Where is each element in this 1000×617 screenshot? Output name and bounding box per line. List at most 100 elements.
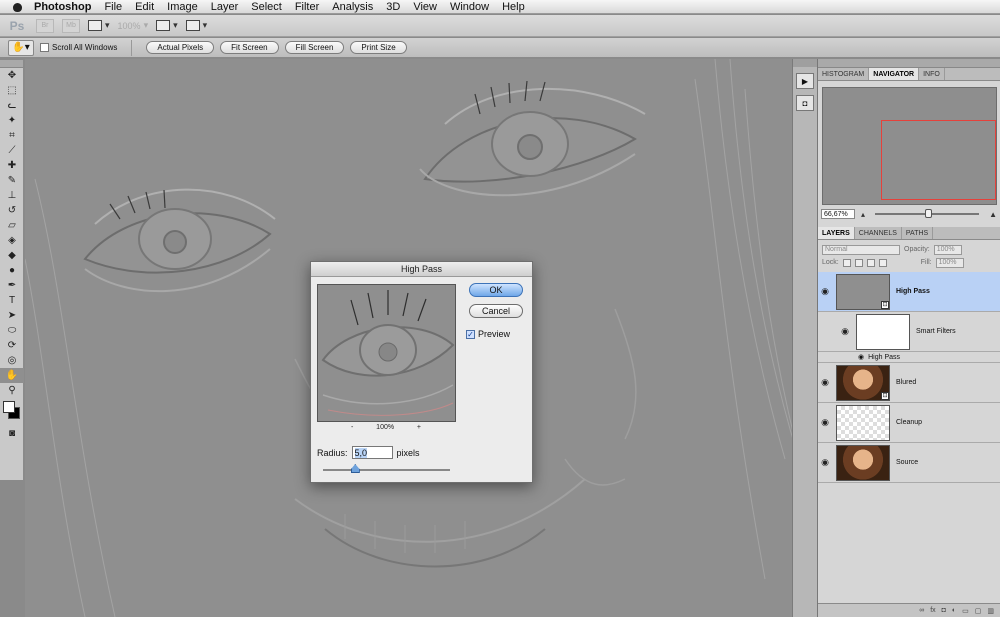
menu-app-name[interactable]: Photoshop [34, 1, 91, 13]
eye-icon[interactable]: ◉ [818, 417, 832, 428]
menu-analysis[interactable]: Analysis [332, 1, 373, 13]
move-tool-icon[interactable]: ✥ [0, 68, 24, 83]
eye-icon[interactable]: ◉ [838, 326, 852, 337]
minibridge-button[interactable]: Mb [62, 18, 80, 33]
preview-checkbox[interactable]: ✓ [466, 329, 475, 339]
navigator-group-grip[interactable] [818, 59, 1000, 68]
arrange-documents-dropdown[interactable]: ▾ [156, 20, 178, 31]
layer-high-pass[interactable]: ◉ ⊡ High Pass [818, 272, 1000, 312]
fill-screen-button[interactable]: Fill Screen [284, 41, 345, 54]
menu-layer[interactable]: Layer [211, 1, 239, 13]
fill-field[interactable]: 100% [935, 257, 964, 268]
tools-panel-grip[interactable] [0, 60, 23, 68]
layer-style-icon[interactable]: fx [930, 607, 935, 614]
hand-tool-icon[interactable]: ✋ [0, 368, 24, 383]
menu-filter[interactable]: Filter [295, 1, 319, 13]
menu-edit[interactable]: Edit [135, 1, 154, 13]
tab-histogram[interactable]: HISTOGRAM [818, 68, 870, 80]
preview-zoom-out-button[interactable]: - [351, 424, 353, 431]
cancel-button[interactable]: Cancel [469, 304, 523, 318]
radius-slider[interactable] [323, 464, 450, 473]
tab-navigator[interactable]: NAVIGATOR [869, 68, 920, 80]
scroll-all-windows-checkbox[interactable] [40, 43, 49, 52]
scroll-all-windows-option[interactable]: Scroll All Windows [40, 43, 117, 52]
eye-icon[interactable]: ◉ [818, 457, 832, 468]
quick-selection-tool-icon[interactable]: ✦ [0, 113, 24, 128]
history-panel-icon[interactable]: ◘ [796, 95, 814, 111]
paint-bucket-tool-icon[interactable]: ◈ [0, 233, 24, 248]
layer-cleanup[interactable]: ◉ Cleanup [818, 403, 1000, 443]
lock-transparency-icon[interactable] [842, 258, 851, 267]
tab-layers[interactable]: LAYERS [818, 227, 855, 239]
menu-view[interactable]: View [413, 1, 437, 13]
history-brush-tool-icon[interactable]: ↺ [0, 203, 24, 218]
eye-icon[interactable]: ◉ [818, 377, 832, 388]
navigator-zoom-slider[interactable] [875, 209, 980, 218]
fit-screen-button[interactable]: Fit Screen [220, 41, 279, 54]
blend-mode-dropdown[interactable]: Normal [822, 244, 900, 255]
tab-paths[interactable]: PATHS [902, 227, 934, 239]
hand-tool-preset-picker[interactable]: ✋ ▾ [8, 39, 34, 56]
quick-mask-icon[interactable]: ◙ [0, 426, 24, 441]
lock-pixels-icon[interactable] [854, 258, 863, 267]
filter-preview[interactable] [317, 284, 456, 422]
menu-image[interactable]: Image [167, 1, 198, 13]
opacity-field[interactable]: 100% [933, 244, 962, 255]
eye-icon[interactable]: ◉ [858, 353, 864, 361]
radius-slider-thumb[interactable] [350, 464, 360, 473]
menu-select[interactable]: Select [251, 1, 282, 13]
zoom-tool-icon[interactable]: ⚲ [0, 383, 24, 398]
brush-tool-icon[interactable]: ✎ [0, 173, 24, 188]
layer-blured[interactable]: ◉ ⊡ Blured [818, 363, 1000, 403]
navigator-preview[interactable] [822, 87, 997, 205]
menu-3d[interactable]: 3D [386, 1, 400, 13]
lock-all-icon[interactable] [878, 258, 887, 267]
layer-source[interactable]: ◉ Source [818, 443, 1000, 483]
apple-menu-icon[interactable] [12, 1, 22, 13]
zoom-out-icon[interactable]: ▴ [861, 210, 865, 219]
menu-window[interactable]: Window [450, 1, 489, 13]
type-tool-icon[interactable]: T [0, 293, 24, 308]
path-selection-tool-icon[interactable]: ➤ [0, 308, 24, 323]
layer-smart-filters[interactable]: ◉ Smart Filters [818, 312, 1000, 352]
preview-zoom-in-button[interactable]: + [417, 424, 421, 431]
lasso-tool-icon[interactable]: ᓚ [0, 98, 24, 113]
foreground-color-swatch[interactable] [3, 401, 15, 413]
blur-tool-icon[interactable]: ◆ [0, 248, 24, 263]
navigator-zoom-field[interactable]: 66,67% [821, 209, 855, 219]
tab-info[interactable]: INFO [919, 68, 945, 80]
bridge-button[interactable]: Br [36, 18, 54, 33]
shape-tool-icon[interactable]: ⬭ [0, 323, 24, 338]
new-layer-icon[interactable]: ▢ [975, 607, 982, 615]
dialog-title[interactable]: High Pass [311, 262, 532, 277]
pen-tool-icon[interactable]: ✒ [0, 278, 24, 293]
dodge-tool-icon[interactable]: ● [0, 263, 24, 278]
actual-pixels-button[interactable]: Actual Pixels [146, 41, 215, 54]
adjustment-layer-icon[interactable]: ◐ [952, 607, 956, 614]
link-layers-icon[interactable]: ∞ [919, 607, 924, 614]
3d-orbit-tool-icon[interactable]: ◎ [0, 353, 24, 368]
trash-icon[interactable]: ▥ [987, 607, 994, 615]
new-group-icon[interactable]: ▭ [962, 607, 969, 615]
zoom-level-dropdown[interactable]: 100% ▾ [118, 20, 149, 31]
3d-rotate-tool-icon[interactable]: ⟳ [0, 338, 24, 353]
eye-icon[interactable]: ◉ [818, 286, 832, 297]
marquee-tool-icon[interactable]: ⬚ [0, 83, 24, 98]
navigator-zoom-thumb[interactable] [925, 209, 933, 218]
icon-strip-grip[interactable] [793, 59, 817, 67]
menu-help[interactable]: Help [502, 1, 525, 13]
eyedropper-tool-icon[interactable]: ⟋ [0, 143, 24, 158]
radius-input[interactable]: 5,0 [351, 446, 393, 459]
layer-mask-icon[interactable]: ◘ [942, 607, 946, 614]
navigator-view-box[interactable] [881, 120, 996, 200]
eraser-tool-icon[interactable]: ▱ [0, 218, 24, 233]
crop-tool-icon[interactable]: ⌗ [0, 128, 24, 143]
view-extras-dropdown[interactable]: ▾ [88, 20, 110, 31]
clone-stamp-tool-icon[interactable]: ⊥ [0, 188, 24, 203]
menu-file[interactable]: File [104, 1, 122, 13]
preview-option[interactable]: ✓ Preview [466, 329, 510, 339]
zoom-in-icon[interactable]: ▲ [989, 210, 997, 219]
actions-panel-icon[interactable]: ▶ [796, 73, 814, 89]
print-size-button[interactable]: Print Size [350, 41, 407, 54]
tab-channels[interactable]: CHANNELS [855, 227, 902, 239]
